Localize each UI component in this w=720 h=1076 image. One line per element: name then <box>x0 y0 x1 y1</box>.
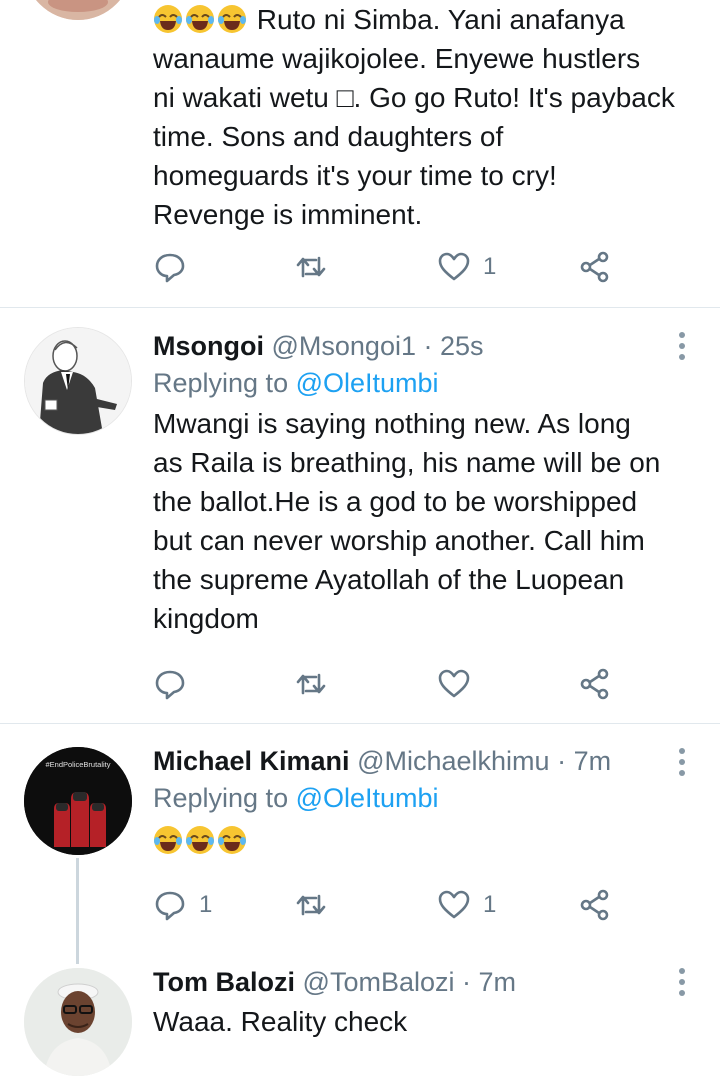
tweet-line: the ballot.He is a god to be worshipped <box>153 486 638 517</box>
separator-dot: · <box>557 746 567 776</box>
more-dot <box>679 990 685 996</box>
reply-count: 1 <box>199 891 213 918</box>
retweet-button[interactable] <box>294 664 340 704</box>
tweet-3[interactable]: #EndPoliceBrutality Michael Kimani @Mich… <box>0 724 720 964</box>
replying-handle-link[interactable]: @OleItumbi <box>296 783 439 813</box>
separator-dot: · <box>423 331 433 361</box>
user-handle[interactable]: @Msongoi1 <box>272 331 416 361</box>
display-name[interactable]: Tom Balozi <box>153 967 295 997</box>
tweet-4[interactable]: Tom Balozi @TomBalozi · 7m Waaa. Reality… <box>0 964 720 1076</box>
tweet-line: Mwangi is saying nothing new. As long <box>153 408 631 439</box>
like-button[interactable] <box>437 664 483 704</box>
replying-to: Replying to @OleItumbi <box>153 779 700 817</box>
more-dot <box>679 968 685 974</box>
action-bar: 1 <box>153 247 633 287</box>
like-button[interactable]: 1 <box>437 247 496 287</box>
reply-button[interactable] <box>153 247 199 287</box>
tweet-1[interactable]: Ruto ni Simba. Yani anafanya wanaume waj… <box>0 0 720 307</box>
share-icon <box>580 889 609 921</box>
separator-dot: · <box>462 967 472 997</box>
reply-icon <box>155 670 185 700</box>
tweet-line: but can never worship another. Call him <box>153 525 645 556</box>
more-dot <box>679 770 685 776</box>
joy-emoji <box>218 5 246 33</box>
avatar-text: #EndPoliceBrutality <box>45 760 110 769</box>
tweet-text: Ruto ni Simba. Yani anafanya wanaume waj… <box>153 0 700 234</box>
retweet-icon <box>296 256 326 278</box>
like-button[interactable]: 1 <box>437 885 496 925</box>
tweet-line: kingdom <box>153 603 259 634</box>
joy-emoji <box>218 826 246 854</box>
tweet-line: wanaume wajikojolee. Enyewe hustlers <box>153 43 641 74</box>
share-icon <box>580 251 609 283</box>
tweet-text: Waaa. Reality check <box>153 1006 408 1037</box>
action-bar <box>153 664 633 704</box>
replying-label: Replying to <box>153 783 289 813</box>
replying-to: Replying to @OleItumbi <box>153 364 700 402</box>
reply-icon <box>155 891 185 921</box>
retweet-button[interactable] <box>294 885 340 925</box>
joy-emoji <box>154 826 182 854</box>
avatar-image <box>25 328 131 434</box>
tweet-header: Msongoi @Msongoi1 · 25s <box>153 328 700 364</box>
thread-connector <box>76 858 79 964</box>
tweet-text <box>153 821 700 860</box>
more-options-button[interactable] <box>678 332 686 360</box>
tweet-2[interactable]: Msongoi @Msongoi1 · 25s Replying to @Ole… <box>0 308 720 723</box>
like-count: 1 <box>483 891 497 918</box>
retweet-button[interactable] <box>294 247 340 287</box>
display-name[interactable]: Michael Kimani <box>153 746 350 776</box>
more-dot <box>679 332 685 338</box>
more-dot <box>679 343 685 349</box>
avatar-image <box>24 0 132 20</box>
timestamp[interactable]: 25s <box>440 331 484 361</box>
retweet-icon <box>296 673 326 695</box>
tweet-line: homeguards it's your time to cry! <box>153 160 557 191</box>
tweet-header: Tom Balozi @TomBalozi · 7m <box>153 964 700 1000</box>
user-handle[interactable]: @TomBalozi <box>303 967 455 997</box>
avatar[interactable] <box>24 327 132 435</box>
heart-icon <box>438 252 470 281</box>
tweet-line: ni wakati wetu □. Go go Ruto! It's payba… <box>153 82 675 113</box>
tweet-line: as Raila is breathing, his name will be … <box>153 447 661 478</box>
display-name[interactable]: Msongoi <box>153 331 264 361</box>
user-handle[interactable]: @Michaelkhimu <box>357 746 549 776</box>
more-dot <box>679 354 685 360</box>
avatar[interactable]: #EndPoliceBrutality <box>24 747 132 855</box>
tweet-header: Michael Kimani @Michaelkhimu · 7m <box>153 743 700 779</box>
share-button[interactable] <box>578 885 612 925</box>
timestamp[interactable]: 7m <box>479 967 517 997</box>
replying-handle-link[interactable]: @OleItumbi <box>296 368 439 398</box>
heart-icon <box>438 890 470 919</box>
more-options-button[interactable] <box>678 968 686 996</box>
joy-emoji <box>154 5 182 33</box>
avatar[interactable] <box>24 0 132 20</box>
like-count: 1 <box>483 253 497 280</box>
joy-emoji <box>186 5 214 33</box>
more-dot <box>679 979 685 985</box>
reply-icon <box>155 253 185 283</box>
more-dot <box>679 759 685 765</box>
share-button[interactable] <box>578 247 612 287</box>
tweet-line: Ruto ni Simba. Yani anafanya <box>153 0 700 39</box>
tweet-line: the supreme Ayatollah of the Luopean <box>153 564 625 595</box>
tweet-line: Revenge is imminent. <box>153 199 423 230</box>
avatar-image: #EndPoliceBrutality <box>24 747 132 855</box>
heart-icon <box>438 669 470 698</box>
tweet-text: Mwangi is saying nothing new. As long as… <box>153 404 700 638</box>
timestamp[interactable]: 7m <box>574 746 612 776</box>
reply-button[interactable] <box>153 664 199 704</box>
share-button[interactable] <box>578 664 612 704</box>
replying-label: Replying to <box>153 368 289 398</box>
more-dot <box>679 748 685 754</box>
action-bar: 1 1 <box>153 885 633 925</box>
tweet-line: time. Sons and daughters of <box>153 121 504 152</box>
share-icon <box>580 668 609 700</box>
retweet-icon <box>296 894 326 916</box>
joy-emoji <box>186 826 214 854</box>
reply-button[interactable]: 1 <box>153 885 212 925</box>
more-options-button[interactable] <box>678 748 686 776</box>
